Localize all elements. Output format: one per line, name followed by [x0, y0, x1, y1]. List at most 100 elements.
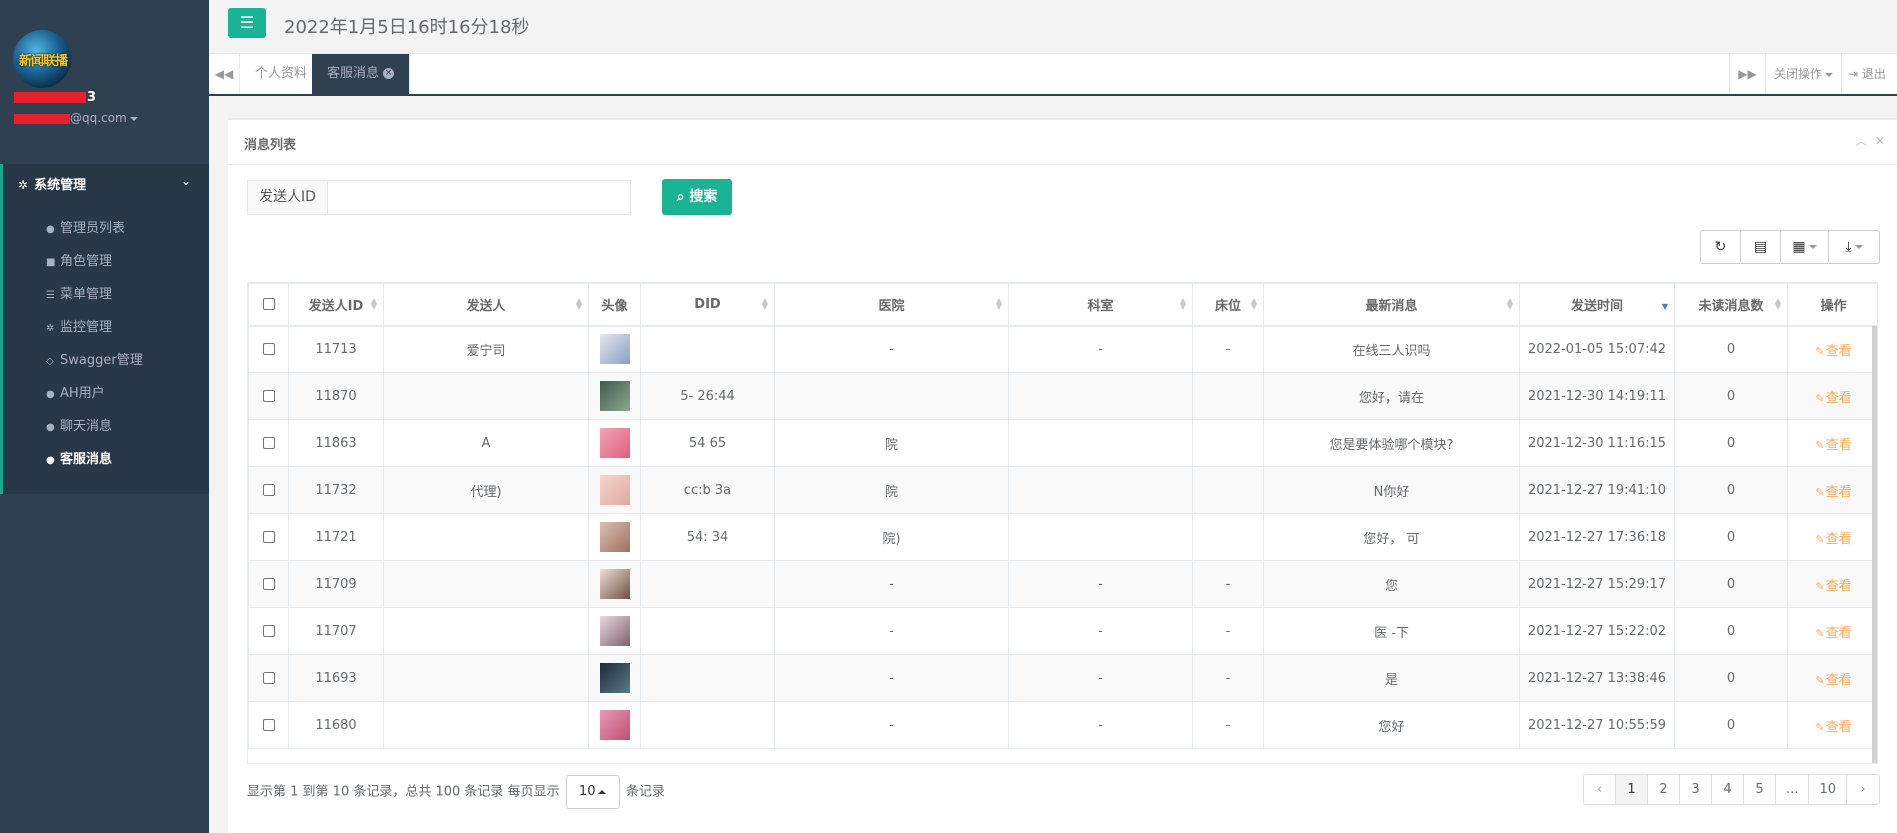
- col-header[interactable]: 床位 ▲ ▼: [1192, 283, 1264, 327]
- user-name-suffix: 3: [87, 90, 97, 105]
- col-header[interactable]: 未读消息数 ▲ ▼: [1674, 283, 1788, 327]
- pagination-page-button[interactable]: 2: [1648, 775, 1681, 804]
- sidebar-item-ah-users[interactable]: ● AH用户: [46, 382, 105, 401]
- menu-toggle-button[interactable]: ☰: [228, 8, 266, 38]
- sidebar-item-swagger[interactable]: ◇ Swagger管理: [46, 349, 143, 368]
- sidebar-item-admin-list[interactable]: ● 管理员列表: [46, 217, 125, 236]
- pagination-prev-button[interactable]: ‹: [1584, 775, 1617, 804]
- pagination-page-button[interactable]: 10: [1809, 775, 1847, 804]
- col-header[interactable]: 发送时间 ▼: [1519, 283, 1675, 327]
- table-row: 11707- - - 医 -下 2021-12-27 15:22:02 0 ✎查看: [248, 607, 1877, 655]
- nav-section-header[interactable]: ✲ 系统管理: [18, 174, 86, 193]
- sidebar-item-label: AH用户: [60, 386, 105, 401]
- row-checkbox[interactable]: [262, 531, 275, 543]
- avatar: [599, 522, 630, 552]
- pagination-page-button[interactable]: ...: [1776, 775, 1810, 804]
- pagination-page-button[interactable]: 1: [1616, 775, 1649, 804]
- table-row: 11680- - - 您好 2021-12-27 10:55:59 0 ✎查看: [248, 701, 1877, 749]
- view-button[interactable]: ✎查看: [1815, 579, 1851, 594]
- view-button[interactable]: ✎查看: [1815, 438, 1851, 453]
- select-all-header: [248, 283, 289, 327]
- sidebar-item-monitor[interactable]: ✲ 监控管理: [46, 316, 112, 335]
- search-label: 发送人ID: [248, 181, 328, 214]
- latest-message-cell: 您好: [1263, 701, 1520, 749]
- col-header-label: 医院: [878, 298, 905, 314]
- chevron-down-icon[interactable]: ⌄: [181, 174, 191, 188]
- tab-scroll-left-button[interactable]: ◀◀: [209, 54, 240, 94]
- sender-id-cell: 11863: [288, 419, 384, 467]
- view-button[interactable]: ✎查看: [1815, 720, 1851, 735]
- avatar: [599, 334, 630, 365]
- view-button[interactable]: ✎查看: [1815, 532, 1851, 547]
- sidebar-item-chat[interactable]: ● 聊天消息: [46, 415, 112, 434]
- department-cell: -: [1008, 654, 1193, 702]
- sender-id-cell: 11680: [288, 701, 384, 749]
- logout-button[interactable]: ⇥ 退出: [1841, 54, 1897, 94]
- close-operations-dropdown[interactable]: 关闭操作: [1765, 54, 1841, 94]
- latest-message-cell: N你好: [1263, 466, 1520, 514]
- view-button[interactable]: ✎查看: [1815, 673, 1851, 688]
- sender-id-input[interactable]: [328, 181, 630, 214]
- bars-icon: ☰: [239, 13, 255, 32]
- row-checkbox[interactable]: [262, 719, 275, 731]
- row-checkbox[interactable]: [262, 390, 275, 402]
- avatar: [599, 428, 630, 458]
- tab-service-messages[interactable]: 客服消息 ×: [312, 54, 411, 94]
- sender-cell: 爱宁司: [383, 325, 589, 373]
- user-email-dropdown[interactable]: @qq.com: [14, 111, 138, 125]
- sender-id-cell: 11721: [288, 513, 384, 561]
- view-button[interactable]: ✎查看: [1815, 391, 1851, 406]
- diamond-icon: ◇: [46, 356, 54, 367]
- collapse-icon[interactable]: ︿: [1855, 134, 1867, 148]
- view-button[interactable]: ✎查看: [1815, 626, 1851, 641]
- row-checkbox[interactable]: [262, 625, 275, 637]
- view-button[interactable]: ✎查看: [1815, 485, 1851, 500]
- pagination-next-button[interactable]: ›: [1847, 775, 1879, 804]
- row-checkbox-cell: [248, 607, 289, 655]
- sidebar-item-roles[interactable]: ■ 角色管理: [46, 250, 112, 269]
- select-all-checkbox[interactable]: [262, 298, 275, 311]
- pagination-page-button[interactable]: 4: [1712, 775, 1745, 804]
- unread-count-cell: 0: [1674, 466, 1788, 514]
- toggle-view-button[interactable]: ▤: [1741, 231, 1781, 263]
- unread-count-cell: 0: [1674, 607, 1788, 655]
- col-header[interactable]: DID ▲ ▼: [640, 283, 775, 327]
- col-header[interactable]: 发送人 ▲ ▼: [383, 283, 589, 327]
- row-checkbox[interactable]: [262, 437, 275, 449]
- row-checkbox[interactable]: [262, 672, 275, 684]
- sidebar-item-menus[interactable]: ☰ 菜单管理: [46, 283, 112, 302]
- col-header[interactable]: 发送人ID ▲ ▼: [288, 283, 384, 327]
- unread-count-cell: 0: [1674, 372, 1788, 420]
- sidebar-item-service-messages[interactable]: ● 客服消息: [46, 448, 112, 467]
- avatar-cell: [588, 419, 641, 467]
- user-icon: ●: [46, 224, 55, 235]
- search-button[interactable]: ⌕ 搜索: [662, 179, 732, 215]
- row-checkbox[interactable]: [262, 484, 275, 496]
- pagination-page-button[interactable]: 3: [1680, 775, 1713, 804]
- bed-cell: -: [1192, 560, 1264, 608]
- sort-icon: ▲ ▼: [1179, 296, 1186, 311]
- sort-icon: ▲ ▼: [575, 296, 582, 311]
- row-checkbox-cell: [248, 513, 289, 561]
- col-header[interactable]: 最新消息 ▲ ▼: [1263, 283, 1520, 327]
- avatar-cell: [588, 513, 641, 561]
- export-dropdown[interactable]: ⤓: [1829, 231, 1879, 263]
- avatar-cell: [588, 654, 641, 702]
- col-header[interactable]: 科室 ▲ ▼: [1008, 283, 1193, 327]
- close-icon[interactable]: ×: [383, 68, 395, 79]
- hospital-cell: -: [774, 654, 1009, 702]
- col-header-label: 发送时间: [1570, 298, 1623, 314]
- tab-scroll-right-button[interactable]: ▶▶: [1729, 54, 1765, 94]
- row-checkbox[interactable]: [262, 578, 275, 590]
- tab-profile[interactable]: 个人资料: [240, 54, 324, 94]
- table-row: 11732 代理) cc:b 3a 院 N你好 2021-12-27 19:41:10 0 ✎…: [248, 466, 1877, 514]
- col-header[interactable]: 医院 ▲ ▼: [774, 283, 1009, 327]
- page-size-dropdown[interactable]: 10: [565, 775, 620, 809]
- refresh-button[interactable]: ↻: [1701, 231, 1741, 263]
- columns-dropdown[interactable]: ▦: [1781, 231, 1829, 263]
- row-checkbox[interactable]: [262, 343, 275, 356]
- latest-message-cell: 您是要体验哪个模块?: [1263, 419, 1520, 467]
- close-icon[interactable]: ✕: [1875, 134, 1885, 148]
- view-button[interactable]: ✎查看: [1815, 344, 1851, 359]
- pagination-page-button[interactable]: 5: [1744, 775, 1777, 804]
